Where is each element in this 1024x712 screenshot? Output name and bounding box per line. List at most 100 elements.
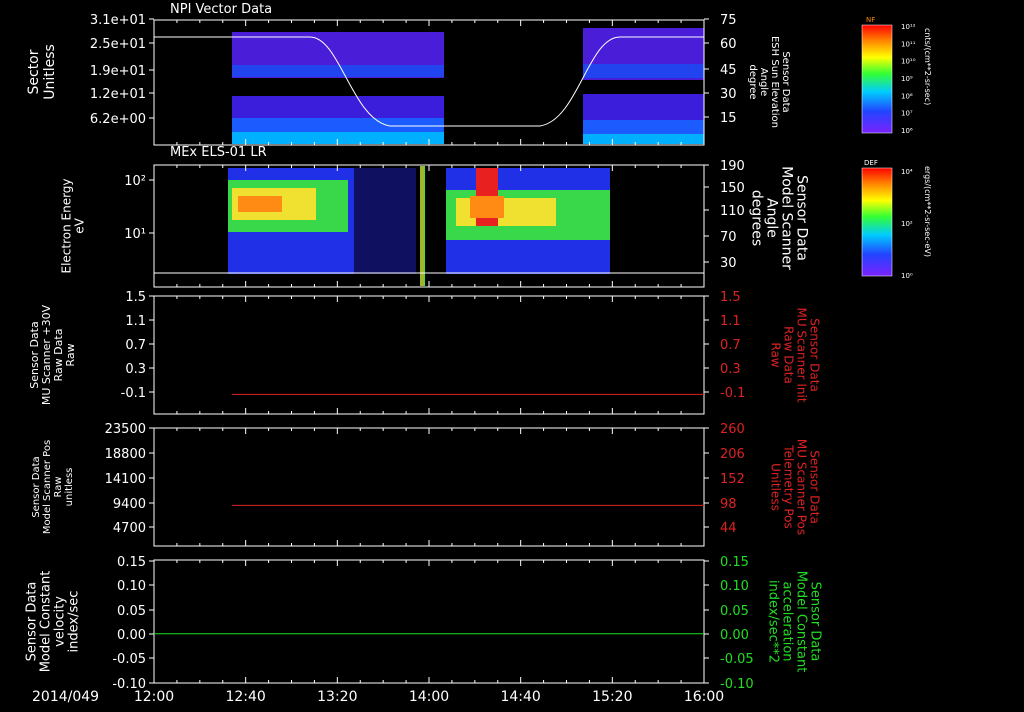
colorbar-tick-label: 10⁶ [901, 127, 913, 135]
y-tick-label: -0.05 [112, 652, 146, 667]
panel5-y-ticks: 0.150.100.050.00-0.05-0.10 [112, 555, 154, 692]
panel1-block-g [583, 64, 704, 78]
colorbar-def: DEF 10⁴ 10² 10⁰ ergs/(cm**2-sr-sec-eV) [861, 159, 932, 280]
axis-label-line: Sensor Data [31, 456, 42, 517]
colorbar-nf-label: NF [866, 16, 875, 24]
y2-tick-label: 1.5 [720, 290, 741, 305]
panel1-block-b [232, 65, 444, 77]
axis-label-line: Sensor Data [807, 450, 821, 524]
panel2-spike-core [421, 166, 423, 286]
axis-label-lines: Sensor DataModel ScannerAngledegrees [749, 166, 810, 270]
y-tick-label: 1.1 [125, 314, 146, 329]
y2-tick-label: 45 [720, 63, 737, 78]
colorbar-nf: NF 10¹² 10¹¹ 10¹⁰ 10⁹ 10⁸ 10⁷ 10⁶ cnts/(cm**2-… [861, 16, 932, 135]
colorbar-nf-ticks: 10¹² 10¹¹ 10¹⁰ 10⁹ 10⁸ 10⁷ 10⁶ [901, 23, 916, 135]
y-tick-label: 0.7 [125, 338, 146, 353]
axis-label-line: eV [73, 217, 87, 233]
axis-label-line: Sensor Data [780, 51, 791, 112]
colorbar-def-unit: ergs/(cm**2-sr-sec-eV) [923, 166, 932, 257]
y2-tick-label: 15 [720, 111, 737, 126]
panel4-y2-ticks: 260 206 152 98 44 [704, 422, 745, 536]
colorbar-tick-label: 10¹² [901, 23, 916, 31]
axis-label-line: unitless [64, 468, 75, 507]
y2-tick-label: 260 [720, 422, 745, 437]
axis-label-line: Model Scanner Pos [42, 440, 53, 534]
y2-tick-label: 0.10 [720, 579, 749, 594]
y-tick-label: 18800 [105, 447, 146, 462]
y2-tick-label: 190 [720, 159, 745, 174]
time-tick-label: 16:00 [684, 689, 724, 705]
panel1-y2-ticks: 75 60 45 30 15 [704, 13, 737, 126]
panel2-block-left-orange [238, 196, 282, 212]
axis-label-lines: Sensor Data Model Scanner Pos Raw unitless [31, 440, 75, 534]
y-tick-label: 10¹ [124, 227, 146, 242]
axis-label-line: Raw [53, 476, 64, 497]
y-tick-label: 0.3 [125, 362, 146, 377]
panel3-y-ticks: 1.5 1.1 0.7 0.3 -0.1 [121, 290, 154, 401]
time-tick-label: 13:20 [317, 689, 357, 705]
y2-tick-label: 0.00 [720, 628, 749, 643]
time-tick-label: 15:20 [592, 689, 632, 705]
panel1-block-j [583, 134, 704, 144]
panel1-ylabel-group: Sector Unitless [26, 44, 58, 100]
panel2-ylabel: Electron Energy eV [60, 178, 87, 273]
panel4-y-ticks: 23500 18800 14100 9400 4700 [105, 422, 154, 536]
y2-tick-label: -0.05 [720, 652, 754, 667]
axis-label-line: ESH Sun Elevation [769, 36, 780, 128]
y-tick-label: 0.00 [117, 628, 146, 643]
axis-label-lines: Sensor Data Model Constant velocity index/s… [25, 571, 82, 673]
panel3-y2-ticks: 1.5 1.1 0.7 0.3 -0.1 [704, 290, 745, 401]
axis-label-line: velocity [53, 596, 68, 647]
axis-label-line: Sensor Data [794, 175, 810, 261]
time-tick-label: 12:00 [134, 689, 174, 705]
axis-label-line: MU Scanner Init [794, 307, 808, 402]
panel3-frame [153, 295, 705, 415]
y2-tick-label: 60 [720, 37, 737, 52]
y2-tick-label: 206 [720, 447, 745, 462]
colorbar-tick-label: 10⁸ [901, 92, 913, 100]
y2-tick-label: 110 [720, 204, 745, 219]
time-tick-label: 14:40 [500, 689, 540, 705]
y2-tick-label: 75 [720, 13, 737, 28]
axis-label-line: MU Scanner Pos [794, 439, 808, 535]
axis-label-line: Sensor Data [807, 582, 822, 662]
colorbar-tick-label: 10⁰ [901, 272, 913, 280]
panel4-ylabel: Sensor Data Model Scanner Pos Raw unitless [31, 440, 75, 534]
axis-label-line: index/sec**2 [765, 580, 780, 663]
y2-tick-label: 0.05 [720, 604, 749, 619]
y-tick-label: 1.2e+01 [90, 87, 146, 102]
y2-tick-label: 30 [720, 256, 737, 271]
panel2-y2-ticks: 190 150 110 70 30 [704, 159, 745, 271]
y2-tick-label: 0.15 [720, 555, 749, 570]
colorbar-def-bar [861, 167, 893, 277]
y2-tick-label: 44 [720, 521, 737, 536]
colorbar-tick-label: 10² [901, 220, 913, 228]
y-tick-label: 4700 [113, 521, 146, 536]
axis-label-line: Sensor Data [25, 582, 40, 662]
figure-svg: NPI Vector Data 3.1e+01 2.5e+01 1.9e+01 1.2… [25, 2, 932, 705]
y2-tick-label: 1.1 [720, 314, 741, 329]
panel4-y2label: Sensor DataMU Scanner PosTelemetry PosUn… [768, 439, 821, 535]
axis-label-line: acceleration [779, 581, 794, 661]
axis-label-line: Model Constant [793, 571, 808, 673]
panel3-y2label: Sensor DataMU Scanner InitRaw DataRaw [768, 307, 821, 402]
y2-tick-label: 98 [720, 497, 737, 512]
panel1-block-e [232, 132, 444, 144]
y2-tick-label: -0.10 [720, 677, 754, 692]
colorbar-tick-label: 10¹⁰ [901, 58, 916, 66]
axis-label-line: index/sec [67, 591, 82, 653]
y-tick-label: 10² [124, 174, 146, 189]
colorbar-tick-label: 10¹¹ [901, 40, 916, 48]
axis-label-line: Electron Energy [60, 178, 74, 273]
colorbar-nf-unit: cnts/(cm**2-sr-sec) [923, 28, 932, 105]
y-tick-label: 9400 [113, 497, 146, 512]
axis-label-lines: Sensor DataMU Scanner PosTelemetry PosUn… [768, 439, 821, 535]
y-tick-label: 1.5 [125, 290, 146, 305]
panel1-ylabel: Sector [26, 49, 42, 94]
colorbar-def-label: DEF [864, 159, 878, 167]
y-tick-label: 6.2e+00 [90, 112, 146, 127]
y2-tick-label: -0.1 [720, 386, 745, 401]
axis-label-line: Sensor Data [807, 318, 821, 392]
y-tick-label: 23500 [105, 422, 146, 437]
panel5-ylabel: Sensor Data Model Constant velocity index/s… [25, 571, 82, 673]
